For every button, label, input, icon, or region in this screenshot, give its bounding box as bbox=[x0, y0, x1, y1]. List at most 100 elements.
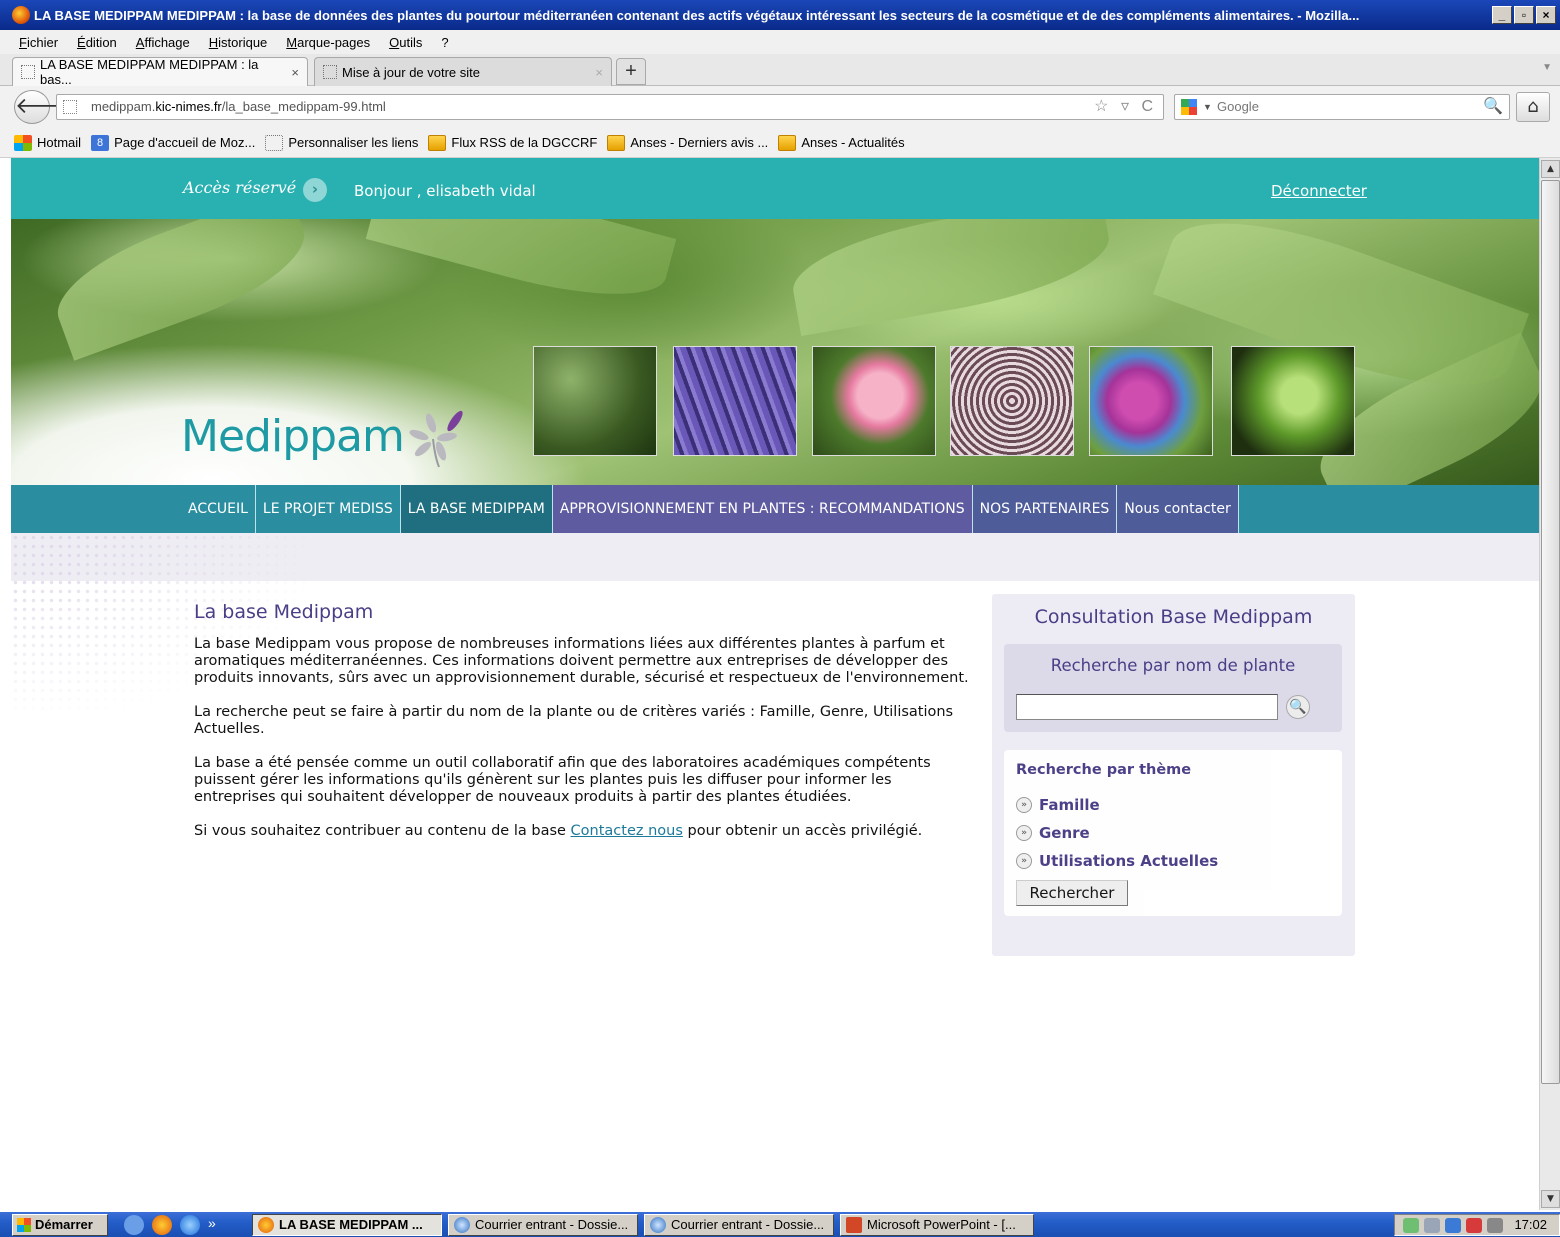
search-engine-dropdown-icon[interactable]: ▼ bbox=[1203, 95, 1212, 119]
update-icon[interactable] bbox=[1445, 1218, 1461, 1233]
powerpoint-icon bbox=[846, 1217, 862, 1233]
tab-medippam[interactable]: LA BASE MEDIPPAM MEDIPPAM : la bas... × bbox=[12, 57, 308, 87]
firefox-icon bbox=[258, 1217, 274, 1233]
volume-icon[interactable] bbox=[1487, 1218, 1503, 1233]
system-tray: 17:02 bbox=[1394, 1214, 1560, 1236]
menu-edition[interactable]: Édition bbox=[77, 35, 117, 50]
url-prefix: medippam. bbox=[91, 99, 156, 114]
search-icon[interactable]: 🔍 bbox=[1286, 695, 1310, 719]
network-icon[interactable] bbox=[1403, 1218, 1419, 1233]
main-navigation: ACCUEIL LE PROJET MEDISS LA BASE MEDIPPA… bbox=[11, 485, 1539, 533]
rss-icon bbox=[607, 134, 626, 151]
plant-name-input[interactable] bbox=[1016, 694, 1278, 720]
plant-photo-sage-flower bbox=[1089, 346, 1213, 456]
google-icon[interactable] bbox=[1181, 99, 1197, 115]
nav-partenaires[interactable]: NOS PARTENAIRES bbox=[972, 485, 1118, 533]
internet-explorer-icon[interactable] bbox=[180, 1215, 200, 1235]
close-window-button[interactable]: × bbox=[1536, 6, 1556, 24]
clock: 17:02 bbox=[1514, 1217, 1547, 1232]
plant-photo-lavender bbox=[673, 346, 797, 456]
search-placeholder: Google bbox=[1217, 99, 1259, 114]
expand-circle-icon: » bbox=[1016, 797, 1032, 813]
taskbar-item-powerpoint[interactable]: Microsoft PowerPoint - [... bbox=[840, 1214, 1034, 1236]
nav-contact[interactable]: Nous contacter bbox=[1117, 485, 1239, 533]
restore-button[interactable]: ▫ bbox=[1514, 6, 1534, 24]
theme-utilisations-actuelles[interactable]: » Utilisations Actuelles bbox=[1016, 852, 1218, 870]
page-title: La base Medippam bbox=[194, 601, 374, 623]
bookmark-hotmail[interactable]: Hotmail bbox=[14, 134, 81, 151]
search-by-name-label: Recherche par nom de plante bbox=[1050, 656, 1296, 675]
scroll-down-button[interactable]: ▼ bbox=[1541, 1190, 1560, 1208]
acces-reserve-label: Accès réservé bbox=[183, 178, 297, 197]
windows-flag-icon bbox=[14, 134, 32, 151]
bookmarks-toolbar: Hotmail 8 Page d'accueil de Moz... Person… bbox=[0, 128, 1560, 158]
arrow-right-icon[interactable]: › bbox=[303, 178, 327, 202]
menu-help[interactable]: ? bbox=[441, 35, 448, 50]
menu-historique[interactable]: Historique bbox=[209, 35, 268, 50]
minimize-button[interactable]: _ bbox=[1492, 6, 1512, 24]
bookmark-anses-actualites[interactable]: Anses - Actualités bbox=[778, 134, 905, 151]
windows-taskbar: Démarrer » LA BASE MEDIPPAM ... Courrier… bbox=[0, 1212, 1560, 1237]
theme-genre[interactable]: » Genre bbox=[1016, 824, 1090, 842]
tab-mise-a-jour[interactable]: Mise à jour de votre site × bbox=[314, 57, 612, 86]
page-favicon-icon bbox=[21, 65, 35, 79]
bookmark-star-reload-icons[interactable]: ☆ ▿ C bbox=[1094, 95, 1157, 119]
taskbar-item-mail-2[interactable]: Courrier entrant - Dossie... bbox=[644, 1214, 834, 1236]
menu-outils[interactable]: Outils bbox=[389, 35, 422, 50]
window-title-bar: LA BASE MEDIPPAM MEDIPPAM : la base de d… bbox=[0, 0, 1560, 30]
bookmark-mozilla[interactable]: 8 Page d'accueil de Moz... bbox=[91, 134, 255, 151]
contact-link[interactable]: Contactez nous bbox=[571, 823, 683, 839]
mozilla-icon: 8 bbox=[91, 134, 110, 151]
url-path: /la_base_medippam-99.html bbox=[221, 99, 386, 114]
plant-photo-rosemary bbox=[533, 346, 657, 456]
flower-logo-icon bbox=[409, 410, 463, 468]
search-icon[interactable]: 🔍 bbox=[1483, 95, 1503, 119]
firefox-icon[interactable] bbox=[152, 1215, 172, 1235]
close-tab-icon[interactable]: × bbox=[291, 65, 299, 80]
nav-accueil[interactable]: ACCUEIL bbox=[181, 485, 256, 533]
nav-base-medippam[interactable]: LA BASE MEDIPPAM bbox=[400, 485, 553, 533]
home-button[interactable]: ⌂ bbox=[1516, 92, 1550, 122]
start-button[interactable]: Démarrer bbox=[12, 1214, 108, 1236]
plant-photo-thyme bbox=[950, 346, 1074, 456]
url-bar[interactable]: medippam.kic-nimes.fr/la_base_medippam-9… bbox=[56, 94, 1164, 120]
rss-icon bbox=[778, 134, 797, 151]
site-top-bar: Accès réservé › Bonjour , elisabeth vida… bbox=[11, 158, 1539, 219]
antivirus-icon[interactable] bbox=[1466, 1218, 1482, 1233]
tab-list-icon[interactable]: ▼ bbox=[1542, 62, 1552, 73]
menu-fichier[interactable]: Fichier bbox=[19, 35, 58, 50]
url-domain: kic-nimes.fr bbox=[155, 99, 222, 114]
logout-link[interactable]: Déconnecter bbox=[1271, 182, 1367, 200]
theme-famille[interactable]: » Famille bbox=[1016, 796, 1100, 814]
rechercher-button[interactable]: Rechercher bbox=[1016, 880, 1128, 906]
nav-approvisionnement[interactable]: APPROVISIONNEMENT EN PLANTES : RECOMMAND… bbox=[552, 485, 973, 533]
site-identity-icon[interactable] bbox=[63, 100, 77, 114]
leaf-decoration bbox=[43, 219, 319, 361]
menu-marque-pages[interactable]: Marque-pages bbox=[286, 35, 370, 50]
back-button[interactable]: 🡐 bbox=[14, 90, 74, 124]
bookmark-dgccrf[interactable]: Flux RSS de la DGCCRF bbox=[428, 134, 597, 151]
close-tab-icon[interactable]: × bbox=[595, 65, 603, 80]
new-tab-button[interactable]: + bbox=[616, 58, 646, 85]
bookmark-personnaliser[interactable]: Personnaliser les liens bbox=[265, 134, 418, 151]
taskbar-item-firefox[interactable]: LA BASE MEDIPPAM ... bbox=[252, 1214, 442, 1236]
quick-launch-more-icon[interactable]: » bbox=[208, 1215, 216, 1235]
taskbar-item-mail-1[interactable]: Courrier entrant - Dossie... bbox=[448, 1214, 638, 1236]
sync-icon[interactable] bbox=[1424, 1218, 1440, 1233]
search-bar[interactable]: ▼ Google 🔍 bbox=[1174, 94, 1510, 120]
rss-icon bbox=[428, 134, 447, 151]
nav-projet-mediss[interactable]: LE PROJET MEDISS bbox=[256, 485, 401, 533]
collaborative-paragraph: La base a été pensée comme un outil coll… bbox=[194, 755, 931, 805]
site-logo[interactable]: Medippam bbox=[181, 411, 405, 462]
menu-affichage[interactable]: Affichage bbox=[136, 35, 190, 50]
scrollbar-thumb[interactable] bbox=[1541, 180, 1560, 1084]
expand-circle-icon: » bbox=[1016, 825, 1032, 841]
header-banner: Medippam bbox=[11, 219, 1539, 485]
show-desktop-icon[interactable] bbox=[124, 1215, 144, 1235]
bookmark-anses-avis[interactable]: Anses - Derniers avis ... bbox=[607, 134, 768, 151]
vertical-scrollbar[interactable]: ▲ ▼ bbox=[1539, 158, 1560, 1210]
tab-label: Mise à jour de votre site bbox=[342, 64, 481, 80]
mail-client-icon bbox=[650, 1217, 666, 1233]
page-favicon-icon bbox=[323, 65, 337, 79]
scroll-up-button[interactable]: ▲ bbox=[1541, 160, 1560, 178]
